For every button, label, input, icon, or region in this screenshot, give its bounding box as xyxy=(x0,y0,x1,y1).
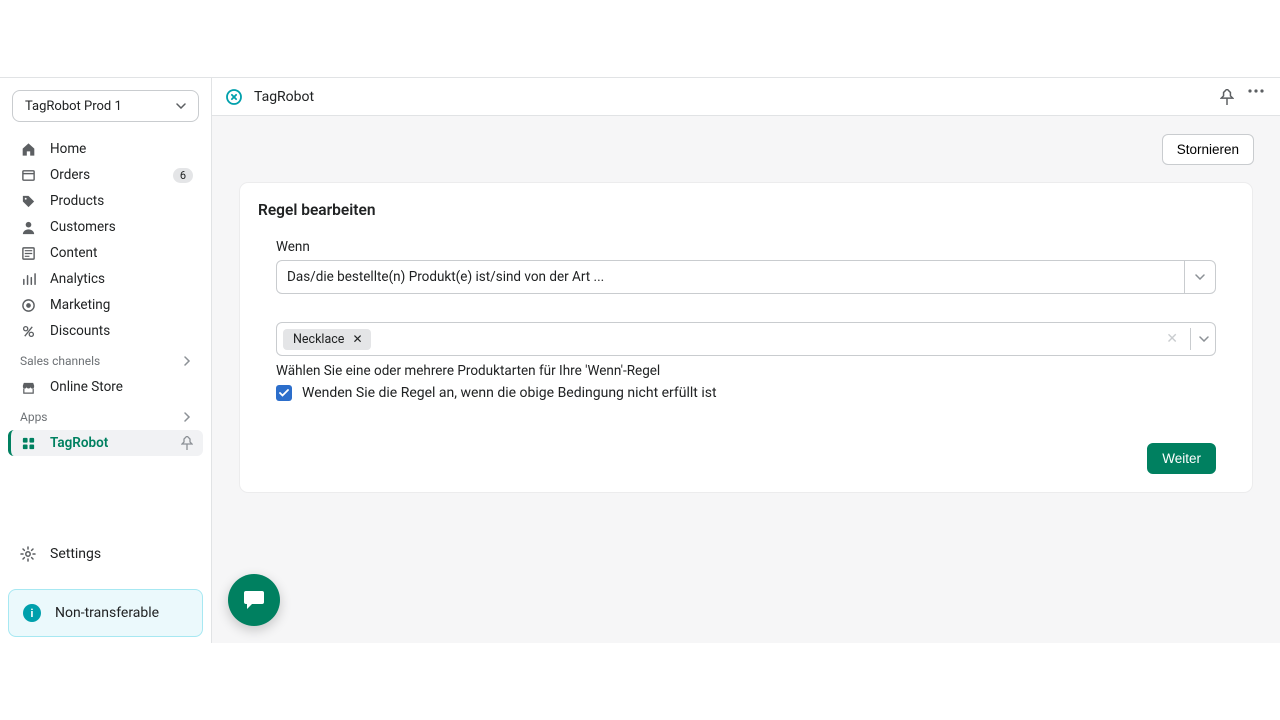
nav-label: Discounts xyxy=(50,323,110,339)
nav-label: Settings xyxy=(50,546,101,562)
nav-label: Marketing xyxy=(50,297,110,313)
store-selector-label: TagRobot Prod 1 xyxy=(25,99,122,114)
chevron-down-icon xyxy=(176,103,186,109)
when-label: Wenn xyxy=(276,239,1216,255)
tag-icon xyxy=(20,193,36,209)
nav-discounts[interactable]: Discounts xyxy=(8,318,203,344)
chevron-right-icon xyxy=(183,356,191,366)
invert-row: Wenden Sie die Regel an, wenn die obige … xyxy=(276,385,1216,401)
nav-orders[interactable]: Orders 6 xyxy=(8,162,203,188)
card-footer: Weiter xyxy=(276,443,1216,474)
tag-chip: Necklace ✕ xyxy=(283,329,371,350)
nav-label: Products xyxy=(50,193,104,209)
pin-icon[interactable] xyxy=(1220,89,1234,105)
info-icon: i xyxy=(23,604,41,622)
section-sales-channels[interactable]: Sales channels xyxy=(8,344,203,374)
nav-tagrobot[interactable]: TagRobot xyxy=(8,430,203,456)
browser-chrome-gap xyxy=(0,0,1280,77)
section-label: Sales channels xyxy=(20,354,100,368)
nav-marketing[interactable]: Marketing xyxy=(8,292,203,318)
app-icon xyxy=(20,435,36,451)
nav-label: Content xyxy=(50,245,97,261)
section-apps[interactable]: Apps xyxy=(8,400,203,430)
nav-content[interactable]: Content xyxy=(8,240,203,266)
sidebar: TagRobot Prod 1 Home Orders 6 Products C… xyxy=(0,78,212,643)
nav-label: TagRobot xyxy=(50,435,108,451)
section-label: Apps xyxy=(20,410,48,424)
nav-settings[interactable]: Settings xyxy=(8,539,203,569)
chat-fab[interactable] xyxy=(228,574,280,626)
info-banner: i Non-transferable xyxy=(8,589,203,637)
user-icon xyxy=(20,219,36,235)
multiselect-hint: Wählen Sie eine oder mehrere Produktarte… xyxy=(276,363,1216,379)
orders-count-badge: 6 xyxy=(173,168,193,183)
chevron-down-icon xyxy=(1184,261,1205,293)
nav-analytics[interactable]: Analytics xyxy=(8,266,203,292)
chevron-right-icon xyxy=(183,412,191,422)
tag-label: Necklace xyxy=(293,332,344,347)
product-type-multiselect[interactable]: Necklace ✕ ✕ xyxy=(276,322,1216,356)
rule-card: Regel bearbeiten Wenn Das/die bestellte(… xyxy=(240,183,1252,492)
next-button[interactable]: Weiter xyxy=(1147,443,1216,474)
nav-label: Analytics xyxy=(50,271,105,287)
nav-label: Home xyxy=(50,141,86,157)
discount-icon xyxy=(20,323,36,339)
condition-select[interactable]: Das/die bestellte(n) Produkt(e) ist/sind… xyxy=(276,260,1216,294)
content-icon xyxy=(20,245,36,261)
store-icon xyxy=(20,379,36,395)
app-title: TagRobot xyxy=(254,89,314,105)
store-selector[interactable]: TagRobot Prod 1 xyxy=(12,90,199,122)
marketing-icon xyxy=(20,297,36,313)
nav-products[interactable]: Products xyxy=(8,188,203,214)
nav-label: Orders xyxy=(50,167,90,183)
remove-tag-icon[interactable]: ✕ xyxy=(350,333,364,345)
invert-label: Wenden Sie die Regel an, wenn die obige … xyxy=(302,385,717,401)
app-header-actions xyxy=(1220,89,1264,105)
app-header: TagRobot xyxy=(212,78,1280,116)
condition-value: Das/die bestellte(n) Produkt(e) ist/sind… xyxy=(287,269,1184,285)
nav-label: Online Store xyxy=(50,379,123,395)
chevron-down-icon xyxy=(1190,328,1209,350)
main: TagRobot Stornieren Regel bearbeiten Wen… xyxy=(212,78,1280,643)
gear-icon xyxy=(20,546,36,562)
card-title: Regel bearbeiten xyxy=(258,201,1234,219)
nav-label: Customers xyxy=(50,219,116,235)
action-row: Stornieren xyxy=(212,116,1280,165)
more-icon[interactable] xyxy=(1248,89,1264,105)
tagrobot-logo-icon xyxy=(224,87,244,107)
invert-checkbox[interactable] xyxy=(276,385,292,401)
nav-online-store[interactable]: Online Store xyxy=(8,374,203,400)
banner-text: Non-transferable xyxy=(55,605,159,621)
pin-icon[interactable] xyxy=(181,436,193,450)
analytics-icon xyxy=(20,271,36,287)
clear-all-icon[interactable]: ✕ xyxy=(1160,331,1184,347)
nav-home[interactable]: Home xyxy=(8,136,203,162)
nav-customers[interactable]: Customers xyxy=(8,214,203,240)
app-shell: TagRobot Prod 1 Home Orders 6 Products C… xyxy=(0,77,1280,643)
cancel-button[interactable]: Stornieren xyxy=(1162,134,1254,165)
home-icon xyxy=(20,141,36,157)
orders-icon xyxy=(20,167,36,183)
